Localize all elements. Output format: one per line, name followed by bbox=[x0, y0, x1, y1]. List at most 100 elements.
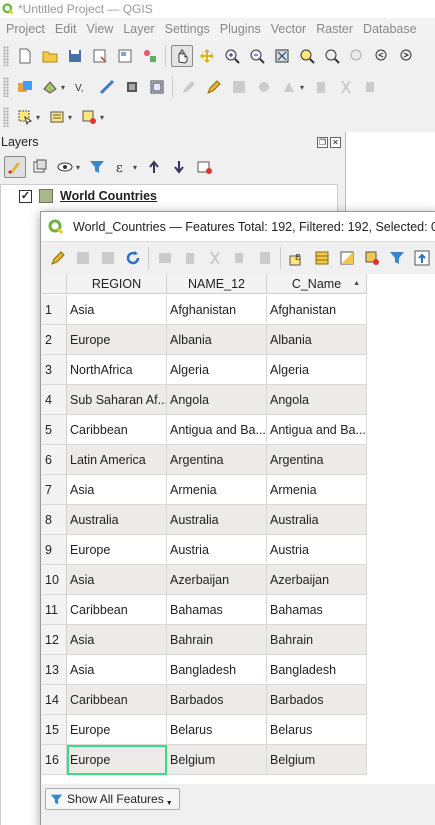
select-features-icon[interactable] bbox=[14, 106, 36, 128]
table-cell-region[interactable]: Europe bbox=[67, 745, 167, 775]
zoom-to-selection-icon[interactable] bbox=[296, 45, 318, 67]
table-cell-region[interactable]: Australia bbox=[67, 505, 167, 535]
table-cell-name-12[interactable]: Austria bbox=[167, 535, 267, 565]
delete-feature-icon[interactable] bbox=[179, 247, 201, 269]
chevron-down-icon[interactable]: ▾ bbox=[68, 113, 74, 122]
table-row[interactable]: 5 Caribbean Antigua and Ba... Antigua and B… bbox=[42, 415, 367, 445]
new-layer-icon[interactable] bbox=[146, 76, 168, 98]
menu-settings[interactable]: Settings bbox=[159, 22, 214, 36]
row-header[interactable]: 9 bbox=[42, 535, 67, 565]
table-cell-c-name[interactable]: Austria bbox=[267, 535, 367, 565]
select-by-value-icon[interactable] bbox=[46, 106, 68, 128]
cut-icon[interactable] bbox=[335, 76, 357, 98]
row-header[interactable]: 6 bbox=[42, 445, 67, 475]
row-header[interactable]: 4 bbox=[42, 385, 67, 415]
table-cell-region[interactable]: Europe bbox=[67, 535, 167, 565]
table-cell-name-12[interactable]: Angola bbox=[167, 385, 267, 415]
table-cell-c-name[interactable]: Belgium bbox=[267, 745, 367, 775]
print-layout-icon[interactable] bbox=[114, 45, 136, 67]
zoom-last-icon[interactable] bbox=[371, 45, 393, 67]
row-header[interactable]: 2 bbox=[42, 325, 67, 355]
table-row[interactable]: 6 Latin America Argentina Argentina bbox=[42, 445, 367, 475]
table-cell-region[interactable]: Asia bbox=[67, 625, 167, 655]
table-row[interactable]: 12 Asia Bahrain Bahrain bbox=[42, 625, 367, 655]
multi-edit-icon[interactable] bbox=[72, 247, 94, 269]
save-as-icon[interactable] bbox=[89, 45, 111, 67]
table-cell-c-name[interactable]: Argentina bbox=[267, 445, 367, 475]
menu-plugins[interactable]: Plugins bbox=[214, 22, 265, 36]
pan-to-selection-icon[interactable] bbox=[196, 45, 218, 67]
visibility-eye-icon[interactable] bbox=[54, 156, 76, 178]
cut-icon[interactable] bbox=[204, 247, 226, 269]
toolbar-handle[interactable] bbox=[3, 107, 9, 127]
table-cell-region[interactable]: Asia bbox=[67, 475, 167, 505]
paste-icon[interactable] bbox=[254, 247, 276, 269]
edit-pencil-icon[interactable] bbox=[178, 76, 200, 98]
table-cell-name-12[interactable]: Bangladesh bbox=[167, 655, 267, 685]
table-cell-name-12[interactable]: Belarus bbox=[167, 715, 267, 745]
table-cell-c-name[interactable]: Antigua and Ba... bbox=[267, 415, 367, 445]
table-cell-c-name[interactable]: Bahrain bbox=[267, 625, 367, 655]
table-cell-name-12[interactable]: Argentina bbox=[167, 445, 267, 475]
invert-selection-icon[interactable] bbox=[336, 247, 358, 269]
table-cell-c-name[interactable]: Azerbaijan bbox=[267, 565, 367, 595]
table-cell-name-12[interactable]: Albania bbox=[167, 325, 267, 355]
menu-project[interactable]: Project bbox=[0, 22, 49, 36]
table-cell-c-name[interactable]: Armenia bbox=[267, 475, 367, 505]
table-row[interactable]: 4 Sub Saharan Af... Angola Angola bbox=[42, 385, 367, 415]
row-header[interactable]: 12 bbox=[42, 625, 67, 655]
filter-icon[interactable] bbox=[386, 247, 408, 269]
float-panel-icon[interactable]: ❐ bbox=[317, 136, 328, 148]
save-project-icon[interactable] bbox=[64, 45, 86, 67]
menu-vector[interactable]: Vector bbox=[265, 22, 310, 36]
grid-corner[interactable] bbox=[42, 274, 67, 294]
menu-edit[interactable]: Edit bbox=[49, 22, 81, 36]
table-cell-region[interactable]: Caribbean bbox=[67, 415, 167, 445]
table-cell-c-name[interactable]: Albania bbox=[267, 325, 367, 355]
table-cell-c-name[interactable]: Barbados bbox=[267, 685, 367, 715]
column-header-name-12[interactable]: NAME_12 bbox=[167, 274, 267, 294]
table-row[interactable]: 9 Europe Austria Austria bbox=[42, 535, 367, 565]
table-cell-region[interactable]: Latin America bbox=[67, 445, 167, 475]
row-header[interactable]: 1 bbox=[42, 295, 67, 325]
style-manager-icon[interactable] bbox=[139, 45, 161, 67]
toggle-editing-icon[interactable] bbox=[47, 247, 69, 269]
table-cell-region[interactable]: Asia bbox=[67, 565, 167, 595]
zoom-full-icon[interactable] bbox=[271, 45, 293, 67]
table-cell-region[interactable]: Caribbean bbox=[67, 595, 167, 625]
table-cell-c-name[interactable]: Angola bbox=[267, 385, 367, 415]
table-cell-c-name[interactable]: Bahamas bbox=[267, 595, 367, 625]
table-cell-name-12[interactable]: Barbados bbox=[167, 685, 267, 715]
table-cell-region[interactable]: Europe bbox=[67, 715, 167, 745]
add-geopackage-icon[interactable] bbox=[121, 76, 143, 98]
save-edits-icon[interactable] bbox=[97, 247, 119, 269]
select-all-icon[interactable] bbox=[311, 247, 333, 269]
chevron-down-icon[interactable]: ▾ bbox=[100, 113, 106, 122]
add-spatialite-icon[interactable] bbox=[96, 76, 118, 98]
table-cell-name-12[interactable]: Algeria bbox=[167, 355, 267, 385]
table-cell-name-12[interactable]: Antigua and Ba... bbox=[167, 415, 267, 445]
row-header[interactable]: 13 bbox=[42, 655, 67, 685]
table-cell-name-12[interactable]: Afghanistan bbox=[167, 295, 267, 325]
add-feature-icon[interactable] bbox=[154, 247, 176, 269]
zoom-native-icon[interactable] bbox=[346, 45, 368, 67]
table-row[interactable]: 2 Europe Albania Albania bbox=[42, 325, 367, 355]
menu-database[interactable]: Database bbox=[357, 22, 421, 36]
row-header[interactable]: 15 bbox=[42, 715, 67, 745]
column-header-region[interactable]: REGION bbox=[67, 274, 167, 294]
filter-legend-icon[interactable] bbox=[86, 156, 108, 178]
chevron-down-icon[interactable]: ▾ bbox=[300, 83, 306, 92]
zoom-out-icon[interactable] bbox=[246, 45, 268, 67]
new-project-icon[interactable] bbox=[14, 45, 36, 67]
layer-visibility-checkbox[interactable]: ✓ bbox=[19, 189, 32, 203]
delete-icon[interactable] bbox=[310, 76, 332, 98]
datasource-manager-icon[interactable] bbox=[14, 76, 36, 98]
pan-icon[interactable] bbox=[170, 45, 193, 67]
table-row[interactable]: 14 Caribbean Barbados Barbados bbox=[42, 685, 367, 715]
zoom-in-icon[interactable] bbox=[221, 45, 243, 67]
attribute-grid[interactable]: REGION NAME_12 C_Name ▲ 1 Asia Afghanistan… bbox=[42, 274, 435, 784]
expression-select-icon[interactable]: ε bbox=[286, 247, 308, 269]
deselect-icon[interactable] bbox=[361, 247, 383, 269]
table-cell-c-name[interactable]: Afghanistan bbox=[267, 295, 367, 325]
move-to-top-icon[interactable] bbox=[411, 247, 433, 269]
